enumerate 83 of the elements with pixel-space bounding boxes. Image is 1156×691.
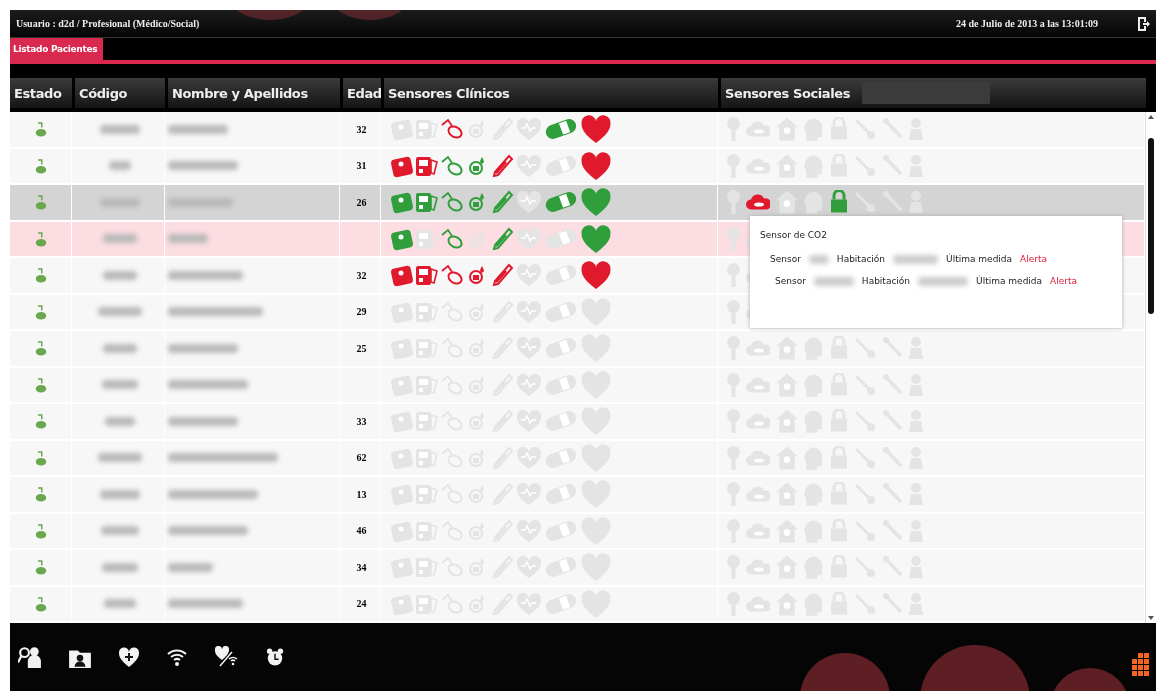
field-label: Última medida [976, 276, 1043, 286]
person-icon [34, 339, 47, 358]
person-icon [34, 120, 47, 139]
patient-row[interactable]: 13 [10, 477, 1145, 512]
redacted-code [101, 562, 138, 572]
age-cell: 46 [356, 525, 367, 537]
popover-title: Sensor de CO2 [760, 230, 828, 240]
redacted-code [97, 453, 142, 463]
field-label: Sensor [775, 276, 806, 286]
redacted-code [104, 416, 135, 426]
column-header: Edad [343, 78, 381, 108]
redacted-code [97, 307, 142, 317]
heart-plus-icon [118, 646, 140, 668]
scrollbar[interactable] [1145, 112, 1156, 623]
person-icon [34, 485, 47, 504]
column-header: Sensores Sociales [725, 85, 851, 101]
age-cell: 32 [356, 269, 367, 281]
redacted-code [102, 234, 137, 244]
person-icon [34, 302, 47, 321]
person-icon [34, 193, 47, 212]
age-cell: 24 [356, 598, 367, 610]
redacted-code [102, 343, 137, 353]
redacted-name [168, 161, 238, 171]
tab[interactable]: Listado Pacientes [10, 38, 104, 60]
redacted-code [103, 599, 136, 609]
person-icon [34, 521, 47, 540]
grid-menu-icon [1130, 653, 1150, 677]
age-cell: 25 [356, 342, 367, 354]
person-icon [34, 412, 47, 431]
age-cell: 31 [356, 160, 367, 172]
redacted-code [100, 526, 139, 536]
patient-row[interactable]: 46 [10, 513, 1145, 548]
person-icon [34, 594, 47, 613]
patient-row[interactable]: 31 [10, 148, 1145, 183]
person-icon [34, 266, 47, 285]
redacted-name [168, 197, 233, 207]
redacted-value [918, 276, 969, 286]
age-cell: 29 [356, 306, 367, 318]
redacted-name [168, 124, 228, 134]
redacted-code [102, 270, 137, 280]
age-cell: 33 [356, 415, 367, 427]
heart-wifi-icon [214, 646, 240, 668]
age-cell: 26 [356, 196, 367, 208]
redacted-value [893, 254, 939, 264]
date-time: 24 de Julio de 2013 a las 13:01:09 [956, 18, 1098, 29]
redacted-value [808, 254, 829, 264]
redacted-name [168, 343, 238, 353]
redacted-name [168, 416, 238, 426]
patient-row[interactable]: 24 [10, 586, 1145, 621]
person-icon [34, 229, 47, 248]
age-cell: 13 [356, 488, 367, 500]
patient-row[interactable]: 26 [10, 185, 1145, 220]
age-cell: 34 [356, 561, 367, 573]
patients-search-icon [18, 646, 42, 668]
age-cell: 62 [356, 452, 367, 464]
status-text: Alerta [1050, 276, 1078, 286]
redacted-code [108, 161, 131, 171]
patient-row[interactable]: 62 [10, 440, 1145, 475]
patient-row[interactable]: 32 [10, 112, 1145, 147]
column-header: Sensores Clínicos [384, 78, 718, 108]
alarm-clock-icon [266, 647, 284, 667]
person-icon [34, 375, 47, 394]
age-cell: 32 [356, 123, 367, 135]
column-header: Nombre y Apellidos [168, 78, 340, 108]
column-header: Estado [10, 78, 72, 108]
user-label: Usuario : d2d / Profesional (Médico/Social) [16, 18, 200, 29]
person-icon [34, 558, 47, 577]
redacted-name [168, 562, 213, 572]
redacted-code [99, 197, 140, 207]
field-label: Habitación [861, 276, 911, 286]
redacted-code [99, 489, 140, 499]
redacted-code [99, 124, 140, 134]
column-header: Código [75, 78, 165, 108]
redacted-value [813, 276, 854, 286]
person-icon [34, 448, 47, 467]
redacted-code [101, 380, 138, 390]
redacted-name [168, 234, 208, 244]
patient-row[interactable]: 34 [10, 550, 1145, 585]
patient-row[interactable]: 25 [10, 331, 1145, 366]
wifi-icon [166, 646, 188, 668]
logout-icon[interactable] [1138, 16, 1150, 31]
patient-row[interactable]: 33 [10, 404, 1145, 439]
person-icon [34, 156, 47, 175]
